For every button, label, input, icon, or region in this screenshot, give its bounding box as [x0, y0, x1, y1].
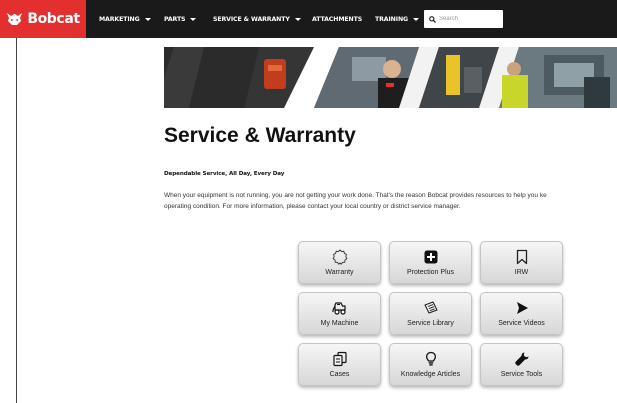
tile-warranty[interactable]: Warranty [298, 241, 381, 284]
intro-line: operating condition. For more informatio… [164, 203, 461, 210]
nav-item-label: Marketing [99, 15, 140, 23]
nav-item-marketing[interactable]: Marketing [99, 0, 151, 38]
nav-item-parts[interactable]: Parts [164, 0, 197, 38]
nav-item-label: Service & Warranty [213, 15, 290, 23]
intro-line: When your equipment is not running, you … [164, 192, 547, 199]
play-video-icon [513, 299, 530, 316]
cases-documents-icon [331, 350, 348, 367]
page-subheading: Dependable Service, All Day, Every Day [164, 171, 285, 177]
search-input[interactable] [439, 16, 499, 22]
intro-paragraph: When your equipment is not running, you … [164, 190, 617, 212]
tile-cases[interactable]: Cases [298, 343, 381, 386]
nav-item-label: Attachments [312, 15, 363, 23]
warranty-badge-icon [331, 248, 348, 265]
loader-machine-icon [331, 299, 348, 316]
top-navigation-bar: Bobcat Marketing Parts Service & Warrant… [0, 0, 617, 38]
search-box[interactable] [424, 10, 503, 28]
bookmark-icon [513, 248, 530, 265]
nav-item-training[interactable]: Training [375, 0, 420, 38]
chevron-down-icon [294, 17, 301, 21]
nav-item-attachments[interactable]: Attachments [312, 0, 362, 38]
tile-knowledge-articles[interactable]: Knowledge Articles [389, 343, 472, 386]
tile-label: Cases [329, 371, 350, 378]
tile-label: Service Tools [500, 371, 543, 378]
bobcat-head-icon [7, 13, 23, 25]
lightbulb-icon [422, 350, 439, 367]
tile-label: IRW [514, 269, 529, 276]
wrench-icon [513, 350, 530, 367]
tile-label: My Machine [320, 320, 359, 327]
library-book-icon [422, 299, 439, 316]
nav-item-label: Training [375, 15, 409, 23]
tile-label: Knowledge Articles [400, 371, 461, 378]
page-title: Service & Warranty [164, 124, 356, 147]
bobcat-logo[interactable]: Bobcat [0, 0, 86, 38]
tile-service-videos[interactable]: Service Videos [480, 292, 563, 335]
brand-name: Bobcat [27, 11, 80, 27]
chevron-down-icon [413, 17, 420, 21]
tile-protection-plus[interactable]: Protection Plus [389, 241, 472, 284]
tile-service-library[interactable]: Service Library [389, 292, 472, 335]
tile-irw[interactable]: IRW [480, 241, 563, 284]
nav-item-label: Parts [164, 15, 186, 23]
tile-service-tools[interactable]: Service Tools [480, 343, 563, 386]
page-left-border [16, 38, 17, 403]
search-icon [429, 15, 436, 23]
plus-square-icon [422, 248, 439, 265]
chevron-down-icon [144, 17, 151, 21]
hero-banner-image [164, 47, 617, 108]
tile-label: Service Videos [498, 320, 545, 327]
tile-label: Service Library [407, 320, 454, 327]
tile-label: Protection Plus [406, 269, 455, 276]
chevron-down-icon [190, 17, 197, 21]
tile-my-machine[interactable]: My Machine [298, 292, 381, 335]
nav-item-service-warranty[interactable]: Service & Warranty [213, 0, 301, 38]
tile-label: Warranty [325, 269, 354, 276]
